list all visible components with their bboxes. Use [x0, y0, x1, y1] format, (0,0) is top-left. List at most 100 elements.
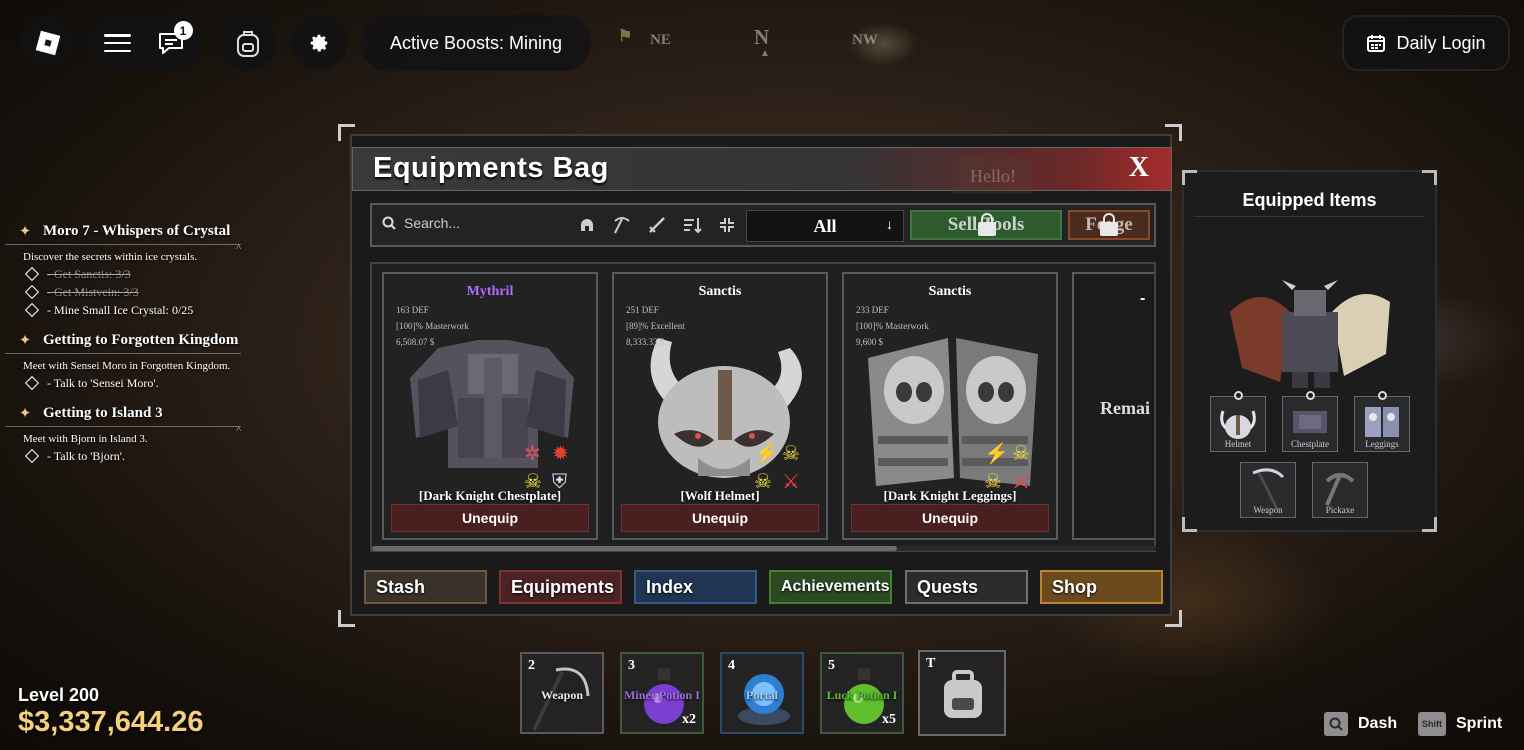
character-model-image [1230, 280, 1390, 388]
quest-item[interactable]: ✦ Getting to Forgotten Kingdom Meet with … [5, 327, 305, 392]
item-card[interactable]: Sanctis 251 DEF [89]% Excellent 8,333.33 $… [612, 272, 828, 540]
tab-quests[interactable]: Quests [905, 570, 1028, 604]
hotbar-slot[interactable]: 4 Portal [720, 652, 804, 734]
tab-shop[interactable]: Shop [1040, 570, 1163, 604]
tab-index[interactable]: Index [634, 570, 757, 604]
hotbar-slot[interactable]: 5 Luck Potion I x5 [820, 652, 904, 734]
lock-icon [1100, 213, 1118, 236]
tab-equipments[interactable]: Equipments [499, 570, 622, 604]
collapse-icon[interactable] [716, 214, 738, 236]
keycap: Shift [1418, 712, 1446, 736]
equipped-items-panel: Equipped Items Helmet Chestplate Legging… [1182, 170, 1437, 532]
backpack-icon [237, 31, 259, 57]
item-card[interactable]: Sanctis 233 DEF [100]% Masterwork 9,600 $ … [842, 272, 1058, 540]
items-grid: Mythril 163 DEF [100]% Masterwork 6,508.07… [370, 262, 1156, 552]
slot-leggings[interactable]: Leggings [1354, 391, 1410, 452]
roblox-logo-icon [35, 30, 61, 56]
quest-title: Getting to Island 3 [43, 404, 163, 421]
search-placeholder: Search... [404, 215, 461, 231]
chat-notification-badge: 1 [173, 21, 193, 40]
quest-item[interactable]: ✦ Moro 7 - Whispers of Crystal ^ Discover … [5, 218, 305, 319]
hint-label: Dash [1358, 715, 1398, 732]
partial-card-text: Remai [1100, 398, 1150, 418]
helmet-filter-icon[interactable] [576, 214, 598, 236]
quest-title: Getting to Forgotten Kingdom [43, 331, 239, 348]
calendar-icon [1367, 35, 1386, 52]
search-input[interactable]: Search... [382, 215, 460, 231]
quest-diamond-icon: ✦ [18, 223, 32, 240]
category-dropdown[interactable]: All ↓ [746, 210, 904, 242]
pickaxe-filter-icon[interactable] [611, 214, 633, 236]
quest-objective: - Talk to 'Bjorn'. [24, 447, 305, 465]
collapse-caret-icon[interactable]: ^ [236, 243, 241, 254]
hotbar-quantity: x2 [682, 712, 696, 727]
hotbar-key: T [926, 656, 936, 671]
sort-icon[interactable] [681, 214, 703, 236]
quest-diamond-icon: ✦ [18, 332, 32, 349]
quest-objective: - Get Mistvein: 3/3 [24, 283, 305, 301]
hotbar-slot[interactable]: 3 Miner Potion I x2 [620, 652, 704, 734]
item-card-partial[interactable]: - Remai [1072, 272, 1154, 540]
sword-filter-icon[interactable] [646, 214, 668, 236]
quest-tracker: ✦ Moro 7 - Whispers of Crystal ^ Discover … [5, 218, 305, 473]
tab-stash[interactable]: Stash [364, 570, 487, 604]
quest-description: Meet with Bjorn in Island 3. [23, 433, 148, 445]
chat-icon[interactable]: 1 [157, 21, 193, 55]
arrow-down-icon: ↓ [886, 218, 893, 233]
category-selected: All [813, 215, 837, 236]
slot-chestplate[interactable]: Chestplate [1282, 391, 1338, 452]
item-card[interactable]: Mythril 163 DEF [100]% Masterwork 6,508.07… [382, 272, 598, 540]
unequip-button[interactable]: Unequip [851, 504, 1049, 532]
collapse-caret-icon[interactable]: ^ [236, 425, 241, 436]
hotbar-slot[interactable]: 2 Weapon [520, 652, 604, 734]
quest-item[interactable]: ✦ Getting to Island 3 ^ Meet with Bjorn in… [5, 400, 305, 465]
settings-button[interactable] [291, 15, 347, 71]
slot-pickaxe[interactable]: Pickaxe [1312, 462, 1368, 518]
objective-diamond-icon [24, 375, 40, 391]
quest-marker-icon: ⚑ [618, 28, 633, 45]
compass-n: N [754, 25, 770, 49]
item-stats: 163 DEF [100]% Masterwork 6,508.07 $ [396, 305, 469, 347]
hotbar-label: Miner Potion I [624, 688, 700, 702]
quest-objective: - Mine Small Ice Crystal: 0/25 [24, 301, 305, 319]
hotbar-quantity: x5 [882, 712, 896, 727]
hamburger-menu-icon[interactable] [103, 34, 131, 52]
slot-weapon[interactable]: Weapon [1240, 462, 1296, 518]
quest-title: Moro 7 - Whispers of Crystal [43, 222, 231, 239]
lock-icon [978, 213, 996, 236]
keycap: Q [1324, 712, 1348, 736]
backpack-button[interactable] [220, 15, 276, 71]
slot-helmet[interactable]: Helmet [1210, 391, 1266, 452]
bag-title-bar: Equipments Bag Hello! X [352, 147, 1172, 194]
bag-tabs: Stash Equipments Index Achievements Ques… [364, 568, 1164, 606]
tab-achievements[interactable]: Achievements [769, 570, 892, 604]
active-boosts-button[interactable]: Active Boosts: Mining [361, 15, 591, 71]
ghost-chat-bubble: Hello! [953, 158, 1033, 194]
item-stats: 233 DEF [100]% Masterwork 9,600 $ [856, 305, 929, 347]
search-icon [382, 216, 396, 230]
close-button[interactable]: X [1129, 152, 1149, 184]
roblox-menu-button[interactable] [20, 15, 76, 71]
objective-diamond-icon [24, 284, 40, 300]
item-stats: 251 DEF [89]% Excellent 8,333.33 $ [626, 305, 685, 347]
objective-diamond-icon [24, 302, 40, 318]
quest-diamond-icon: ✦ [18, 405, 32, 422]
player-money: $3,337,644.26 [18, 706, 204, 738]
forge-button[interactable]: Forge [1068, 210, 1150, 240]
player-level: Level 200 [18, 685, 100, 705]
horizontal-scrollbar[interactable] [372, 546, 1156, 551]
hotbar-slot[interactable]: T [918, 650, 1006, 736]
daily-login-button[interactable]: Daily Login [1342, 15, 1510, 71]
partial-card-dash: - [1140, 290, 1146, 307]
bag-toolbar: Search... All ↓ Sell Tools Forge [370, 203, 1156, 247]
hotbar-label: Weapon [540, 688, 583, 702]
unequip-button[interactable]: Unequip [391, 504, 589, 532]
unequip-button[interactable]: Unequip [621, 504, 819, 532]
hotbar-key: 3 [628, 658, 635, 673]
backpack-icon [944, 670, 982, 718]
hint-label: Sprint [1456, 715, 1503, 732]
sell-tools-button[interactable]: Sell Tools [910, 210, 1062, 240]
scrollbar-thumb[interactable] [372, 546, 898, 551]
hotbar-key: 5 [828, 658, 835, 673]
sprint-hint: Shift Sprint [1418, 712, 1502, 736]
